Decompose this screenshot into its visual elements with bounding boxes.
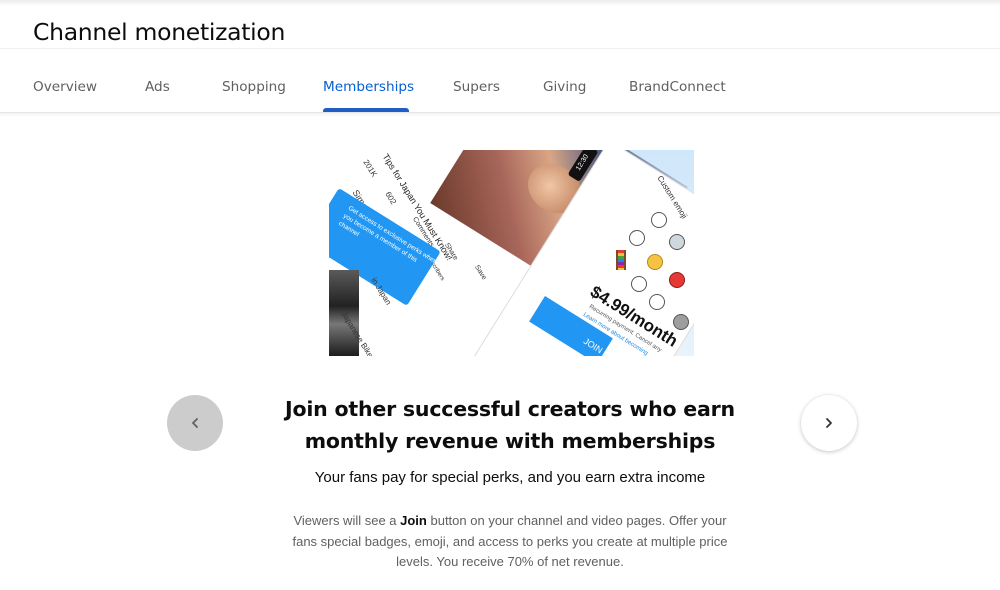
ladder-emoji — [616, 250, 626, 270]
description-prefix: Viewers will see a — [293, 513, 401, 528]
emoji-dog — [649, 294, 665, 310]
page-title: Channel monetization — [33, 18, 286, 46]
tab-bar: Overview Ads Shopping Memberships Supers… — [0, 49, 1000, 113]
tab-ads[interactable]: Ads — [145, 79, 170, 95]
carousel-prev-button[interactable] — [167, 395, 223, 451]
chevron-left-icon — [192, 418, 198, 428]
top-shadow — [0, 0, 1000, 6]
description-join-emphasis: Join — [400, 513, 427, 528]
tab-giving[interactable]: Giving — [543, 79, 586, 95]
emoji-penguin — [669, 234, 685, 250]
tab-memberships[interactable]: Memberships — [323, 79, 414, 95]
carousel-description: Viewers will see a Join button on your c… — [280, 511, 740, 573]
emoji-glasses — [673, 314, 689, 330]
tab-shopping[interactable]: Shopping — [222, 79, 286, 95]
active-tab-indicator — [323, 108, 409, 112]
carousel-headline: Join other successful creators who earn … — [285, 397, 735, 453]
tab-brandconnect[interactable]: BrandConnect — [629, 79, 726, 95]
tab-supers[interactable]: Supers — [453, 79, 500, 95]
emoji-penguin — [631, 276, 647, 292]
carousel-next-button[interactable] — [801, 395, 857, 451]
emoji-bird — [669, 272, 685, 288]
emoji-cat — [647, 254, 663, 270]
emoji-dog — [651, 212, 667, 228]
carousel-subheadline: Your fans pay for special perks, and you… — [314, 469, 706, 486]
emoji-dog — [629, 230, 645, 246]
memberships-illustration: 12:30 Tips for Japan You Must Know! 201K… — [329, 150, 694, 356]
chevron-right-icon — [826, 418, 832, 428]
tab-overview[interactable]: Overview — [33, 79, 97, 95]
